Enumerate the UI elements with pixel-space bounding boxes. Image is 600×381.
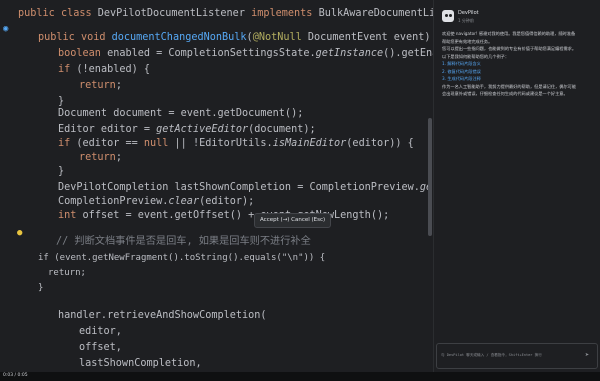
- code-token: DevPilotDocumentListener: [97, 8, 252, 19]
- code-token: void: [80, 32, 112, 43]
- code-line[interactable]: return;: [79, 148, 122, 168]
- code-token: (!enabled) {: [76, 64, 151, 75]
- code-line[interactable]: return;: [79, 76, 122, 96]
- code-token: enabled = CompletionSettingsState.: [107, 48, 316, 59]
- video-control-bar: 0:03 / 0:05: [0, 372, 600, 381]
- code-line[interactable]: return;: [48, 263, 86, 283]
- bot-name: DevPilot: [458, 10, 479, 16]
- editor-scrollbar[interactable]: [428, 118, 432, 236]
- message-line: 欢迎使 navigator! 感谢对我的使用。我是您值得信赖的助理，随时准备: [442, 31, 576, 36]
- code-token: public: [38, 32, 81, 43]
- message-timestamp: 1 分钟前: [458, 18, 474, 23]
- code-token: return;: [48, 268, 86, 278]
- message-line: 会出现意外或错误，仔细检查任何生成的代码或建议是一个好主意。: [442, 91, 568, 96]
- code-token: boolean: [58, 48, 108, 59]
- code-token: implements: [251, 8, 319, 19]
- code-token: isMainEditor: [272, 138, 347, 149]
- code-token: }: [58, 166, 65, 177]
- code-token: return: [79, 80, 116, 91]
- method-marker-icon[interactable]: ◉: [3, 25, 11, 34]
- completion-hint[interactable]: Accept (→) Cancel (Esc): [254, 213, 332, 228]
- code-token: return: [79, 152, 116, 163]
- code-token: offset,: [79, 342, 122, 353]
- message-line: 帮助您更有效地完成任务。: [442, 38, 493, 44]
- code-token: lastShownCompletion,: [79, 358, 202, 369]
- code-token: handler.retrieveAndShowCompletion(: [58, 310, 267, 321]
- code-token: (editor)) {: [346, 138, 414, 149]
- code-token: if: [58, 64, 77, 75]
- code-token: null: [143, 138, 175, 149]
- bot-message: 欢迎使 navigator! 感谢对我的使用。我是您值得信赖的助理，随时准备 帮助…: [442, 30, 594, 98]
- message-line: 2. 修复代码片段错误: [442, 68, 481, 74]
- editor-gutter: [0, 0, 30, 381]
- code-token: || !EditorUtils.: [174, 138, 273, 149]
- message-line: 您可以提出一些指问题，也能做到的专业有价值于帮助您满足编程需求。: [442, 46, 577, 51]
- message-line: 作为一名人工智能助手，我努力提供最好的帮助，但是请记住，偶尔可能: [442, 83, 577, 89]
- code-token: public: [18, 8, 61, 19]
- message-line: 3. 生成代码片段注释: [442, 76, 481, 81]
- code-token: editor,: [79, 326, 122, 337]
- code-token: getInstance: [315, 48, 384, 59]
- chat-input[interactable]: 与 DevPilot 聊天或输入 / 查看指令，Shift+Enter 换行 ➤: [436, 343, 598, 369]
- code-line[interactable]: public class DevPilotDocumentListener im…: [18, 4, 433, 24]
- code-token: // 判断文档事件是否是回车, 如果是回车则不进行补全: [56, 236, 311, 247]
- code-token: Document document = event.getDocument();: [58, 108, 304, 119]
- code-token: int: [58, 210, 83, 221]
- send-icon[interactable]: ➤: [585, 351, 593, 359]
- code-line[interactable]: }: [38, 278, 43, 298]
- code-token: ;: [115, 80, 122, 91]
- code-token: class: [60, 8, 98, 19]
- code-line[interactable]: int offset = event.getOffset() + event.g…: [58, 206, 389, 226]
- code-token: ().getEnable();: [383, 48, 433, 59]
- code-token: @NotNull: [252, 32, 308, 43]
- message-line: 以下是我如何能帮助您的几个例子：: [442, 53, 510, 59]
- lightbulb-icon[interactable]: ●: [17, 229, 22, 238]
- code-token: if: [58, 138, 77, 149]
- code-token: documentChangedNonBulk: [111, 32, 247, 43]
- message-line: 1. 解释代码片段含义: [442, 61, 481, 66]
- code-token: if (event.getNewFragment().toString().eq…: [38, 253, 326, 263]
- devpilot-chat-panel: DevPilot 1 分钟前 欢迎使 navigator! 感谢对我的使用。我是…: [433, 0, 600, 381]
- code-token: }: [38, 283, 44, 293]
- bot-avatar: [442, 10, 454, 22]
- code-token: DocumentEvent event) {: [307, 32, 433, 43]
- playback-time: 0:03 / 0:05: [3, 373, 28, 378]
- code-token: BulkAwareDocumentListener {: [318, 8, 433, 19]
- code-editor[interactable]: ◉ ● public class DevPilotDocumentListene…: [0, 0, 433, 381]
- code-token: offset = event.getOffset() + event.getNe…: [82, 210, 390, 221]
- chat-input-placeholder: 与 DevPilot 聊天或输入 / 查看指令，Shift+Enter 换行: [441, 353, 542, 357]
- code-token: ;: [115, 152, 122, 163]
